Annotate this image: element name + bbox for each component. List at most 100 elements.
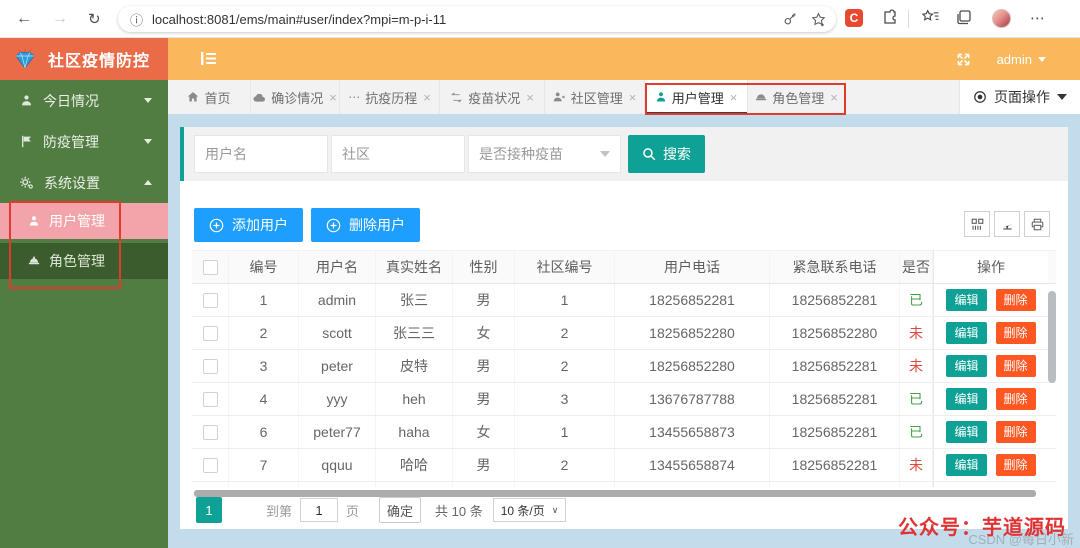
vaccine-select[interactable]: 是否接种疫苗: [468, 135, 621, 173]
helmet-icon: [28, 255, 40, 267]
row-select-cell: [192, 482, 229, 487]
delete-button[interactable]: 删除: [995, 388, 1036, 410]
close-icon[interactable]: ×: [329, 90, 337, 105]
row-checkbox[interactable]: [202, 457, 218, 473]
sidebar-item-label: 防疫管理: [43, 133, 99, 150]
add-user-button[interactable]: 添加用户: [194, 208, 303, 242]
delete-button[interactable]: 删除: [995, 421, 1036, 443]
sidebar-item-settings[interactable]: 系统设置: [0, 162, 168, 203]
delete-button[interactable]: 删除: [995, 454, 1036, 476]
sidebar-subitem-user-mgmt[interactable]: 用户管理: [0, 203, 168, 239]
helmet-icon: [755, 91, 767, 103]
cell-realname: [376, 482, 453, 487]
tab-role-mgmt[interactable]: 角色管理 ×: [748, 80, 846, 114]
edit-button[interactable]: 编辑: [946, 388, 987, 410]
tab-community[interactable]: 社区管理 ×: [545, 80, 645, 114]
cell-gender: 女: [453, 416, 515, 448]
forward-icon[interactable]: →: [52, 10, 68, 28]
delete-user-button[interactable]: 删除用户: [311, 208, 420, 242]
table-toolbar: [964, 211, 1050, 237]
horizontal-scrollbar[interactable]: [194, 490, 1036, 497]
delete-button[interactable]: 删除: [995, 289, 1036, 311]
tab-history[interactable]: ⋯ 抗疫历程 ×: [340, 80, 440, 114]
edit-button[interactable]: 编辑: [946, 322, 987, 344]
print-icon[interactable]: [1024, 211, 1050, 237]
vertical-scrollbar[interactable]: [1048, 291, 1056, 383]
red-watermark: 公众号：芋道源码: [898, 517, 1066, 539]
menu-toggle-icon[interactable]: [200, 51, 217, 66]
edit-button[interactable]: 编辑: [946, 421, 987, 443]
goto-page-input[interactable]: [300, 498, 339, 522]
filter-bar: 是否接种疫苗 搜索: [180, 127, 1068, 181]
delete-button[interactable]: 删除: [995, 322, 1036, 344]
tab-vaccine[interactable]: 疫苗状况 ×: [440, 80, 545, 114]
sidebar-item-prevention[interactable]: 防疫管理: [0, 121, 168, 162]
toolbar-divider: [908, 10, 909, 28]
row-checkbox[interactable]: [202, 391, 218, 407]
cell-id: 3: [229, 350, 299, 382]
edit-button[interactable]: 编辑: [946, 355, 987, 377]
select-all-checkbox[interactable]: [202, 259, 218, 275]
total-count-label: 共 10 条: [435, 503, 483, 519]
row-checkbox[interactable]: [202, 424, 218, 440]
user-menu[interactable]: admin: [997, 52, 1046, 67]
columns-filter-icon[interactable]: [964, 211, 990, 237]
close-icon[interactable]: ×: [629, 90, 637, 105]
content-area: 是否接种疫苗 搜索 添加用户: [168, 114, 1080, 548]
cell-operations: 编辑 删除: [933, 383, 1048, 415]
tab-confirmed[interactable]: 确诊情况 ×: [251, 80, 340, 114]
close-icon[interactable]: ×: [526, 90, 534, 105]
row-checkbox[interactable]: [202, 292, 218, 308]
close-icon[interactable]: ×: [830, 90, 838, 105]
cell-community: 2: [515, 449, 615, 481]
username-filter-input[interactable]: [194, 135, 328, 173]
fullscreen-icon[interactable]: [956, 52, 971, 67]
goto-suffix-label: 页: [346, 503, 360, 519]
edit-button[interactable]: 编辑: [946, 289, 987, 311]
url-text[interactable]: localhost:8081/ems/main#user/index?mpi=m…: [152, 12, 769, 27]
close-icon[interactable]: ×: [730, 90, 738, 105]
close-icon[interactable]: ×: [423, 90, 431, 105]
person-icon: [20, 94, 33, 107]
row-checkbox[interactable]: [202, 358, 218, 374]
delete-button[interactable]: 删除: [995, 355, 1036, 377]
sidebar: 今日情况 防疫管理 系统设置 用户管理 角色管理: [0, 80, 168, 548]
cell-community: 2: [515, 317, 615, 349]
back-icon[interactable]: ←: [16, 10, 32, 28]
tab-label: 疫苗状况: [468, 90, 521, 106]
site-info-icon[interactable]: ⓘ: [130, 10, 143, 29]
favorites-bar-icon[interactable]: [922, 9, 939, 24]
row-checkbox[interactable]: [202, 325, 218, 341]
page-operations-button[interactable]: 页面操作: [959, 80, 1080, 114]
row-select-cell: [192, 383, 229, 415]
export-icon[interactable]: [994, 211, 1020, 237]
address-bar[interactable]: ⓘ localhost:8081/ems/main#user/index?mpi…: [118, 6, 836, 32]
page-size-value: 10 条/页: [500, 503, 545, 518]
refresh-icon[interactable]: ↻: [88, 10, 101, 28]
cell-community: 2: [515, 350, 615, 382]
profile-avatar[interactable]: [992, 9, 1011, 28]
favorite-star-icon[interactable]: [811, 11, 826, 27]
app-title: 社区疫情防控: [48, 53, 151, 70]
password-key-icon[interactable]: [783, 12, 797, 26]
extension-c-icon[interactable]: C: [845, 9, 863, 27]
search-button[interactable]: 搜索: [628, 135, 705, 173]
tab-home[interactable]: 首页: [168, 80, 251, 114]
community-filter-input[interactable]: [331, 135, 465, 173]
browser-menu-icon[interactable]: ⋯: [1030, 9, 1046, 27]
page-size-select[interactable]: 10 条/页 ∨: [492, 498, 567, 522]
edit-button[interactable]: 编辑: [946, 454, 987, 476]
collections-icon[interactable]: [956, 9, 972, 25]
add-user-label: 添加用户: [232, 217, 288, 233]
current-page-button[interactable]: 1: [196, 497, 222, 523]
goto-confirm-button[interactable]: 确定: [379, 497, 422, 523]
column-header: 社区编号: [515, 251, 615, 283]
cell-phone: 13455658874: [615, 449, 770, 481]
cell-vaccinated: 未: [900, 350, 933, 382]
sidebar-subitem-role-mgmt[interactable]: 角色管理: [0, 243, 168, 279]
tab-user-mgmt[interactable]: 用户管理 ×: [645, 80, 748, 114]
extensions-puzzle-icon[interactable]: [882, 9, 898, 25]
sidebar-item-today[interactable]: 今日情况: [0, 80, 168, 121]
table-row: 4 yyy heh 男 3 13676787788 18256852281 已 …: [192, 383, 1056, 416]
tab-label: 首页: [204, 90, 231, 106]
